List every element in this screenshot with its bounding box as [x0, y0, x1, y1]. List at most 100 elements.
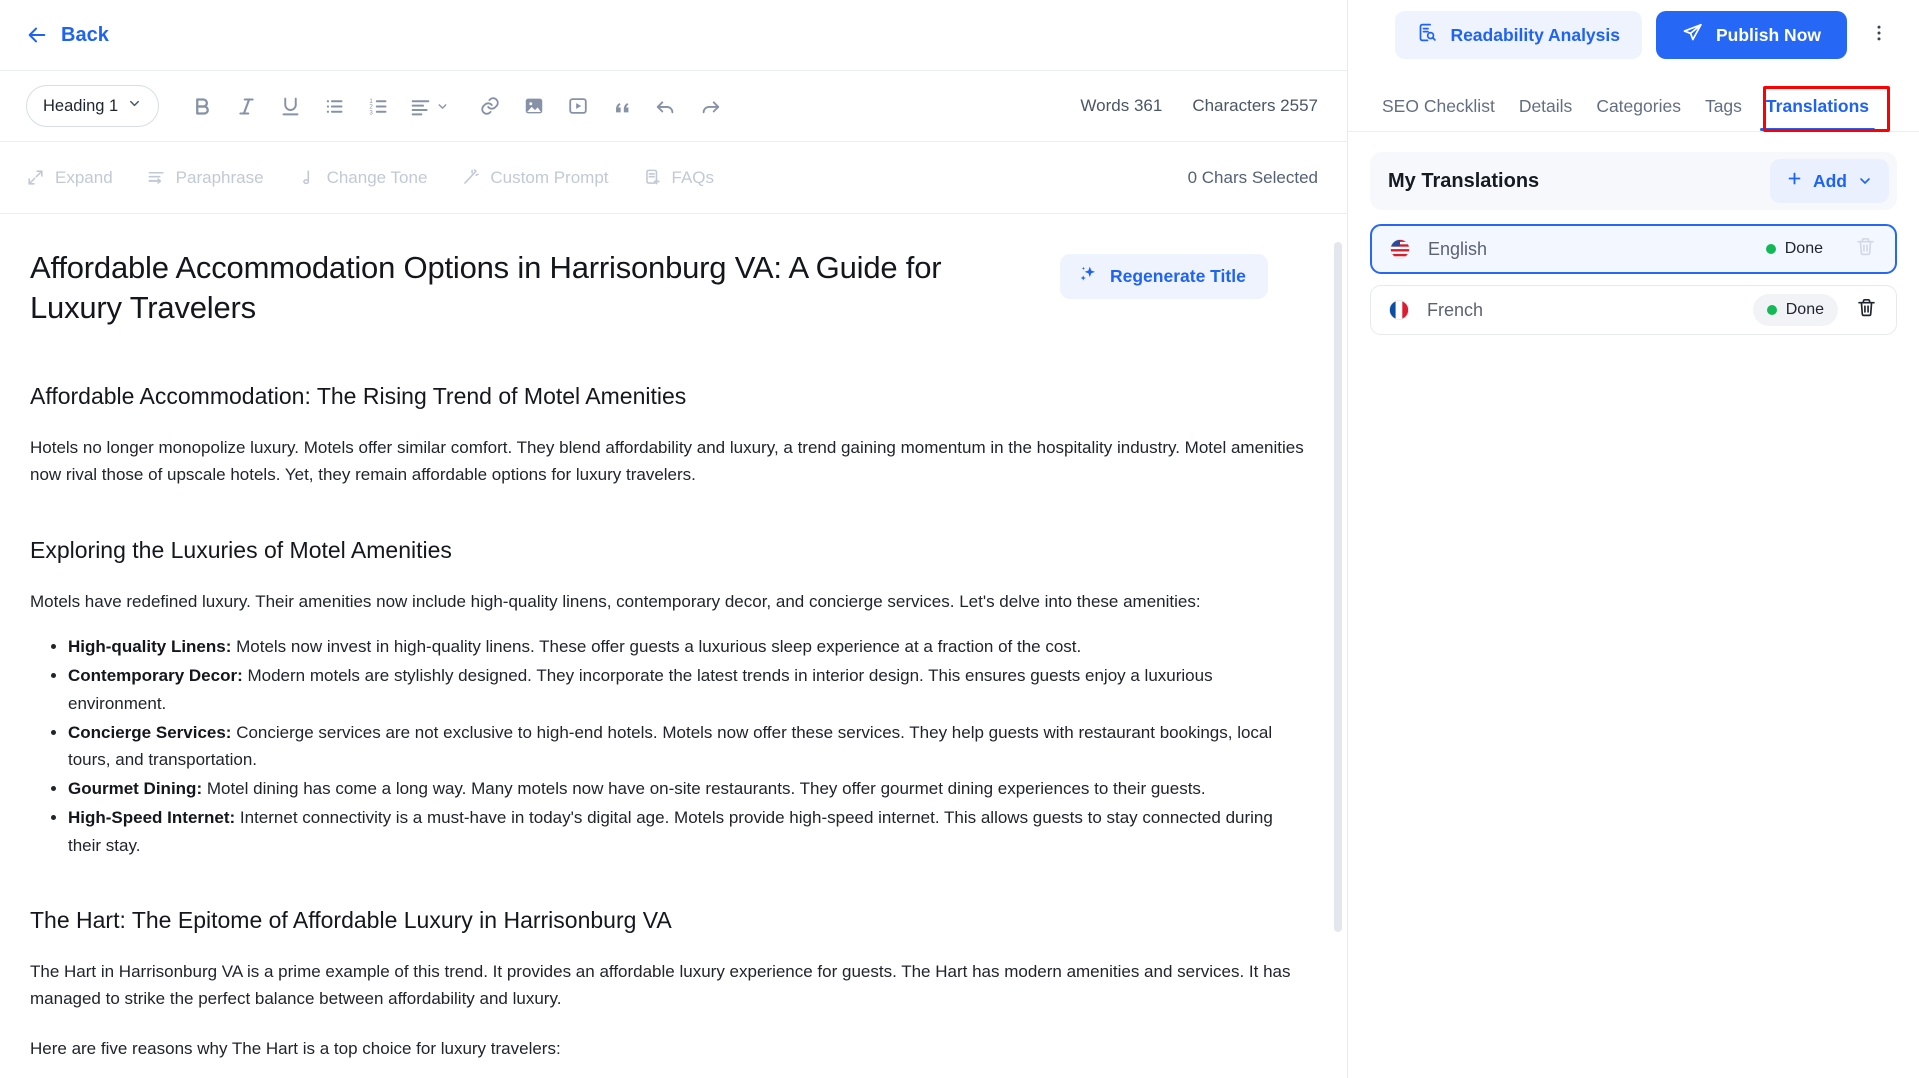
page-title[interactable]: Affordable Accommodation Options in Harr…	[30, 248, 1040, 329]
back-button[interactable]: Back	[26, 24, 109, 47]
document-body[interactable]: Affordable Accommodation Options in Harr…	[0, 214, 1348, 1078]
list-item: Concierge Services: Concierge services a…	[68, 719, 1308, 773]
status-label: Done	[1785, 301, 1824, 318]
more-vertical-icon	[1869, 23, 1889, 48]
status-label: Done	[1784, 240, 1823, 257]
document-scrollbar[interactable]	[1334, 242, 1342, 932]
list-item-term: Contemporary Decor:	[68, 666, 243, 686]
document-scroll-area: Affordable Accommodation Options in Harr…	[0, 214, 1348, 1078]
side-panel-actions: Readability Analysis Publish Now	[1348, 0, 1919, 70]
heading-level-select[interactable]: Heading 1	[26, 85, 160, 127]
article-editor-page: Back Heading 1 1 2 3 Words 361 Character…	[0, 0, 1919, 1078]
translations-panel: My Translations Add English Done French …	[1348, 132, 1919, 1078]
section-paragraph: Hotels no longer monopolize luxury. Mote…	[30, 437, 1304, 485]
list-item: High-Speed Internet: Internet connectivi…	[68, 804, 1308, 858]
my-translations-header: My Translations Add	[1370, 152, 1897, 210]
list-item-term: Concierge Services:	[68, 722, 232, 742]
send-icon	[1682, 22, 1703, 48]
editor-topbar: Back	[0, 0, 1348, 70]
status-dot-icon	[1766, 305, 1777, 315]
redo-button[interactable]	[689, 85, 731, 127]
regenerate-title-label: Regenerate Title	[1110, 266, 1246, 286]
expand-tool[interactable]: Expand	[26, 168, 113, 188]
bullet-list-button[interactable]	[313, 85, 355, 127]
tab-seo-checklist[interactable]: SEO Checklist	[1370, 96, 1507, 131]
format-toolbar: Heading 1 123 Words 361 Characters 2557	[0, 70, 1348, 142]
underline-button[interactable]	[269, 85, 311, 127]
readability-analysis-label: Readability Analysis	[1450, 24, 1620, 45]
translation-row-french[interactable]: French Done	[1370, 285, 1897, 335]
regenerate-title-button[interactable]: Regenerate Title	[1060, 254, 1268, 299]
plus-icon	[1786, 170, 1803, 192]
document-title-row: Affordable Accommodation Options in Harr…	[30, 248, 1308, 329]
format-buttons: 123	[181, 85, 731, 127]
tab-categories[interactable]: Categories	[1584, 96, 1693, 131]
tab-details[interactable]: Details	[1507, 96, 1585, 131]
paraphrase-tool[interactable]: Paraphrase	[147, 168, 264, 188]
section-paragraph: Motels have redefined luxury. Their amen…	[30, 591, 1201, 611]
paraphrase-label: Paraphrase	[175, 167, 264, 187]
section-paragraph: The Hart in Harrisonburg VA is a prime e…	[30, 961, 1291, 1009]
arrow-left-icon	[26, 24, 48, 46]
list-item-term: High-quality Linens:	[68, 637, 232, 657]
link-button[interactable]	[469, 85, 511, 127]
faq-doc-icon	[643, 168, 662, 187]
doc-search-icon	[1417, 22, 1438, 48]
heading-level-value: Heading 1	[43, 96, 119, 115]
numbered-list-button[interactable]: 123	[357, 85, 399, 127]
list-item: Gourmet Dining: Motel dining has come a …	[68, 775, 1308, 802]
tab-translations[interactable]: Translations	[1754, 96, 1881, 131]
side-panel-tabs: SEO Checklist Details Categories Tags Tr…	[1348, 70, 1919, 132]
custom-prompt-tool[interactable]: Custom Prompt	[461, 168, 609, 188]
character-count: Characters 2557	[1192, 96, 1318, 115]
align-button[interactable]	[401, 85, 457, 127]
chars-selected-status: 0 Chars Selected	[1187, 167, 1318, 187]
us-flag-icon	[1388, 239, 1414, 259]
section-heading: Affordable Accommodation: The Rising Tre…	[30, 382, 687, 409]
sparkles-icon	[1078, 264, 1099, 290]
tab-tags[interactable]: Tags	[1693, 96, 1754, 131]
more-options-button[interactable]	[1861, 11, 1897, 59]
delete-translation-button[interactable]	[1848, 292, 1884, 328]
add-translation-button[interactable]: Add	[1769, 159, 1889, 203]
svg-text:3: 3	[369, 109, 373, 116]
delete-translation-button[interactable]	[1847, 231, 1883, 267]
bold-button[interactable]	[181, 85, 223, 127]
undo-button[interactable]	[645, 85, 687, 127]
music-note-icon	[298, 168, 317, 187]
back-label: Back	[61, 23, 109, 46]
readability-analysis-button[interactable]: Readability Analysis	[1395, 11, 1642, 59]
quote-button[interactable]	[601, 85, 643, 127]
status-dot-icon	[1765, 244, 1776, 254]
list-item-text: Internet connectivity is a must-have in …	[68, 808, 1273, 855]
editor-column: Back Heading 1 1 2 3 Words 361 Character…	[0, 0, 1348, 1078]
expand-icon	[26, 168, 45, 187]
image-button[interactable]	[513, 85, 555, 127]
panel-divider	[1347, 0, 1348, 1078]
editor-counts: Words 361 Characters 2557	[1080, 96, 1322, 116]
translation-language-label: French	[1427, 299, 1484, 320]
trash-icon	[1856, 297, 1877, 323]
section-heading: The Hart: The Epitome of Affordable Luxu…	[30, 906, 672, 933]
expand-label: Expand	[55, 167, 113, 187]
list-item: Contemporary Decor: Modern motels are st…	[68, 662, 1308, 716]
chevron-down-icon	[127, 96, 142, 116]
list-item-text: Motel dining has come a long way. Many m…	[202, 779, 1206, 799]
italic-button[interactable]	[225, 85, 267, 127]
ai-tools-toolbar: Expand Paraphrase Change Tone Custom Pro…	[0, 142, 1348, 214]
faqs-tool[interactable]: FAQs	[643, 167, 715, 188]
fr-flag-icon	[1387, 300, 1413, 320]
list-item-term: Gourmet Dining:	[68, 779, 203, 799]
faqs-label: FAQs	[671, 167, 715, 187]
list-item-term: High-Speed Internet:	[68, 808, 236, 828]
magic-wand-icon	[461, 168, 480, 187]
my-translations-title: My Translations	[1388, 169, 1540, 192]
list-item-text: Motels now invest in high-quality linens…	[231, 637, 1082, 657]
list-item-text: Concierge services are not exclusive to …	[68, 722, 1273, 770]
translation-row-english[interactable]: English Done	[1370, 224, 1897, 274]
change-tone-tool[interactable]: Change Tone	[298, 168, 427, 188]
bullet-list: High-quality Linens: Motels now invest i…	[30, 633, 1308, 859]
paraphrase-icon	[147, 168, 166, 187]
video-button[interactable]	[557, 85, 599, 127]
publish-now-button[interactable]: Publish Now	[1656, 11, 1847, 59]
